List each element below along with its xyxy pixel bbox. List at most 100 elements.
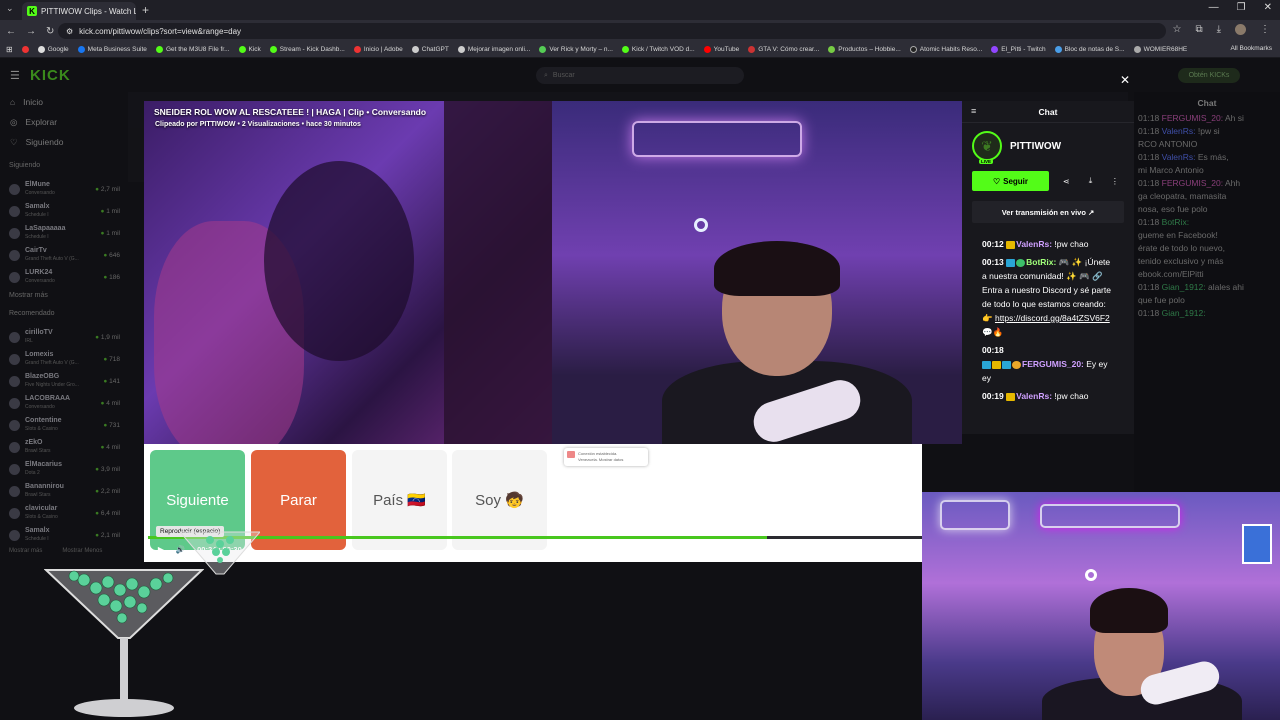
channel-avatar <box>9 249 20 261</box>
sidebar-channel[interactable]: ElMune Conversando ● 2,7 mil <box>0 178 128 200</box>
site-info-icon[interactable]: ⚙ <box>66 27 73 36</box>
download-icon[interactable]: ⤓ <box>1217 24 1221 35</box>
right-chat-message: nosa, eso fue polo <box>1138 204 1208 214</box>
extensions-icon[interactable]: ⧉ <box>1195 24 1202 35</box>
search-input[interactable]: ⌕ Buscar <box>536 67 744 84</box>
watch-live-button[interactable]: Ver transmisión en vivo ↗ <box>972 201 1124 223</box>
bookmark-item[interactable]: GTA V: Cómo crear... <box>748 46 819 53</box>
sidebar-channel[interactable]: ElMacarius Dota 2 ● 3,9 mil <box>0 458 128 480</box>
gift-badge-icon <box>1002 360 1011 369</box>
browser-tab-bar: ⌄ K PITTIWOW Clips - Watch Live o ✕ + — … <box>0 0 1280 20</box>
bookmark-item[interactable]: Atomic Habits Reso... <box>909 46 982 53</box>
kick-logo[interactable]: KICK <box>30 67 71 84</box>
new-tab-button[interactable]: + <box>142 3 149 17</box>
bookmark-item[interactable]: Google <box>37 46 69 53</box>
sidebar-item-home[interactable]: ⌂ Inicio <box>0 92 128 112</box>
country-button[interactable]: País 🇻🇪 <box>352 450 447 550</box>
viewer-count: ● 1 mil <box>100 207 120 215</box>
channel-category: Schedule I <box>25 234 49 240</box>
channel-avatar[interactable]: ❦ LIVE <box>972 131 1002 164</box>
bookmark-item[interactable]: Productos – Hobbie... <box>828 46 901 53</box>
menu-lines-icon[interactable]: ≡ <box>971 106 976 116</box>
channel-category: Slots & Casino <box>25 426 58 432</box>
close-window-icon[interactable]: ✕ <box>1264 2 1272 13</box>
tab-list-icon[interactable]: ⌄ <box>6 3 14 14</box>
show-more-link[interactable]: Mostrar más <box>0 292 128 308</box>
soy-button[interactable]: Soy 🧒 <box>452 450 547 550</box>
bookmark-item[interactable]: Stream - Kick Dashb... <box>269 46 345 53</box>
sidebar-channel[interactable]: LaSapaaaaa Schedule I ● 1 mil <box>0 222 128 244</box>
clip-title: SNEIDER ROL WOW AL RESCATEEE ! | HAGA | … <box>154 107 427 117</box>
sidebar-item-following[interactable]: ♡ Siguiendo <box>0 132 128 152</box>
sidebar-channel[interactable]: CairTv Grand Theft Auto V (G... ● 646 <box>0 244 128 266</box>
sidebar-channel[interactable]: Banannirou Brawl Stars ● 2,2 mil <box>0 480 128 502</box>
channel-avatar <box>9 419 20 431</box>
bookmark-item[interactable]: ChatGPT <box>411 46 449 53</box>
coin-badge-icon <box>1012 360 1021 369</box>
bookmark-item[interactable]: Get the M3U8 File fr... <box>155 46 230 53</box>
sidebar-channel[interactable]: zEkO Brawl Stars ● 4 mil <box>0 436 128 458</box>
bookmark-item[interactable]: Meta Business Suite <box>77 46 147 53</box>
right-chat-panel: Chat 01:18 FERGUMIS_20: Ah si 01:18 Valen… <box>1134 92 1280 552</box>
sidebar-channel[interactable]: LACOBRAAA Conversando ● 4 mil <box>0 392 128 414</box>
right-chat-message: que fue polo <box>1138 295 1185 305</box>
right-chat-message: érate de todo lo nuevo, <box>1138 243 1225 253</box>
bookmark-item[interactable]: YouTube <box>703 46 739 53</box>
minimize-icon[interactable]: — <box>1209 2 1219 13</box>
apps-grid-icon[interactable]: ⊞ <box>6 45 13 54</box>
bookmark-item[interactable]: Inicio | Adobe <box>353 46 403 53</box>
bookmark-item[interactable]: Ver Rick y Morty – n... <box>539 46 613 53</box>
reload-icon[interactable]: ↻ <box>46 26 54 37</box>
profile-avatar[interactable] <box>1235 24 1246 35</box>
viewer-count: ● 141 <box>103 377 120 385</box>
obtain-kicks-button[interactable]: Obtén KICKs <box>1178 68 1240 83</box>
sidebar-channel[interactable]: LURK24 Conversando ● 186 <box>0 266 128 288</box>
sidebar-channel[interactable]: Samalx Schedule I ● 1 mil <box>0 200 128 222</box>
stop-button[interactable]: Parar <box>251 450 346 550</box>
viewer-count: ● 4 mil <box>100 399 120 407</box>
show-more-link-2[interactable]: Mostrar más <box>9 548 42 554</box>
hamburger-menu-icon[interactable]: ☰ <box>10 69 20 82</box>
sidebar-channel[interactable]: cirilloTV IRL ● 1,9 mil <box>0 326 128 348</box>
bookmark-item[interactable]: Mejorar imagen onli... <box>457 46 530 53</box>
bookmark-item[interactable]: WOMIER68HE <box>1133 46 1187 53</box>
viewer-count: ● 2,7 mil <box>95 185 120 193</box>
download-icon[interactable]: ⤓ <box>1081 171 1099 191</box>
bookmark-item[interactable] <box>21 46 29 53</box>
more-options-icon[interactable]: ⋮ <box>1106 171 1124 191</box>
crown-badge-icon <box>1006 392 1016 401</box>
browser-tab-active[interactable]: K PITTIWOW Clips - Watch Live o ✕ <box>22 2 136 20</box>
crown-badge-icon <box>1006 240 1016 249</box>
sidebar-channel[interactable]: Lomexis Grand Theft Auto V (G... ● 718 <box>0 348 128 370</box>
clip-chat-messages: 00:12 ValenRs: !pw chao 00:13 BotRix: 🎮 … <box>962 223 1134 403</box>
share-icon[interactable]: ⋖ <box>1057 171 1075 191</box>
video-progress-bar[interactable] <box>148 536 922 539</box>
clip-video-player[interactable]: SNEIDER ROL WOW AL RESCATEEE ! | HAGA | … <box>144 101 962 444</box>
live-badge: LIVE <box>979 159 994 164</box>
sidebar-item-explore[interactable]: ◎ Explorar <box>0 112 128 132</box>
browser-menu-icon[interactable]: ⋮ <box>1260 24 1270 35</box>
channel-avatar <box>9 227 20 239</box>
channel-avatar <box>9 529 20 541</box>
compass-icon: ◎ <box>10 116 18 127</box>
bookmark-star-icon[interactable]: ☆ <box>1172 24 1181 35</box>
address-bar[interactable]: ⚙ kick.com/pittiwow/clips?sort=view&rang… <box>58 23 1166 39</box>
back-icon[interactable]: ← <box>6 26 16 37</box>
bookmark-item[interactable]: Kick / Twitch VOD d... <box>621 46 695 53</box>
bookmark-item[interactable]: Bloc de notas de S... <box>1054 46 1125 53</box>
bookmark-item[interactable]: Kick <box>238 46 261 53</box>
channel-info: ❦ LIVE PITTIWOW <box>962 123 1134 164</box>
close-modal-icon[interactable]: ✕ <box>1120 73 1130 87</box>
forward-icon[interactable]: → <box>26 26 36 37</box>
follow-button[interactable]: ♡ Seguir <box>972 171 1049 191</box>
channel-avatar <box>9 331 20 343</box>
all-bookmarks-link[interactable]: All Bookmarks <box>1230 45 1272 52</box>
channel-name[interactable]: PITTIWOW <box>1010 141 1061 152</box>
sidebar-channel[interactable]: Contentine Slots & Casino ● 731 <box>0 414 128 436</box>
mail-icon <box>567 451 575 458</box>
discord-link[interactable]: https://discord.gg/8a4tZSV6F2 <box>995 313 1110 323</box>
bookmark-item[interactable]: El_Pitti - Twitch <box>991 46 1046 53</box>
sidebar-channel[interactable]: BlazeOBG Five Nights Under Gro... ● 141 <box>0 370 128 392</box>
maximize-icon[interactable]: ❐ <box>1237 2 1246 13</box>
right-chat-message: ebook.com/ElPitti <box>1138 269 1204 279</box>
